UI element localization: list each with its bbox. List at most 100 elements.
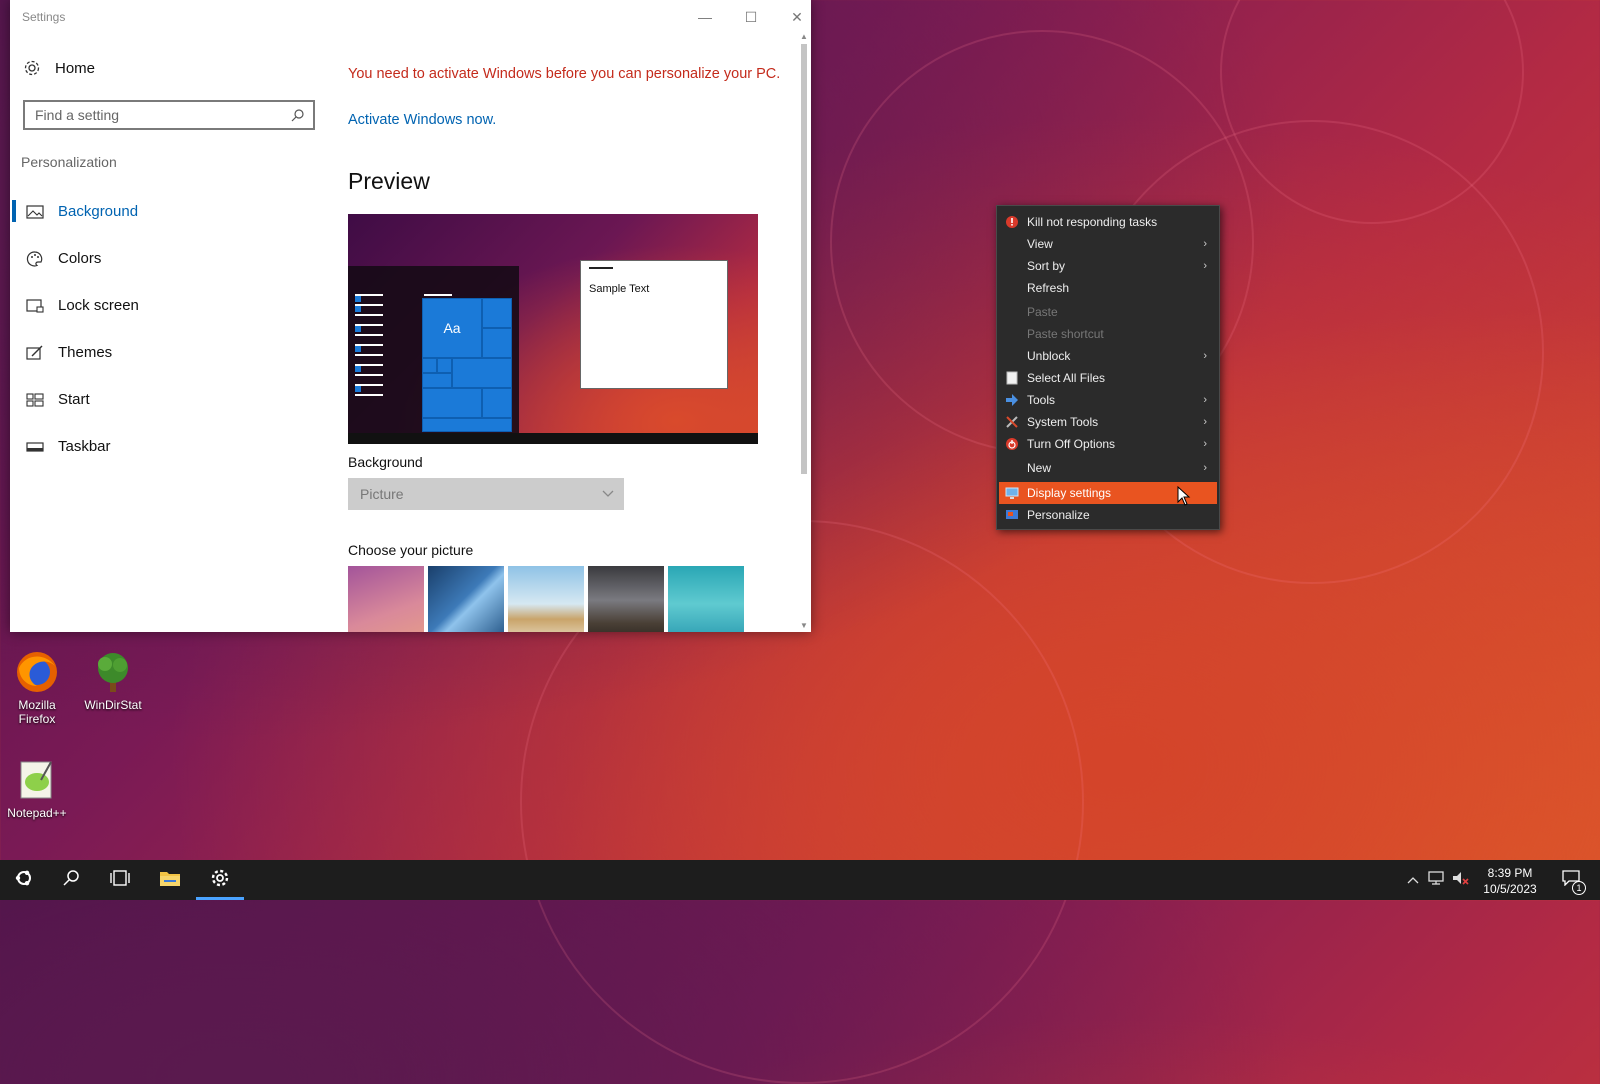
show-hidden-icons-button[interactable] — [1403, 860, 1423, 900]
desktop-icon-firefox[interactable]: Mozilla Firefox — [2, 650, 72, 726]
folder-icon — [159, 869, 181, 892]
home-nav-item[interactable]: Home — [23, 56, 95, 80]
sidebar-item-colors[interactable]: Colors — [10, 235, 330, 282]
kill-tasks-icon — [1005, 215, 1019, 229]
vertical-scrollbar[interactable]: ▲ ▼ — [799, 32, 809, 632]
menu-item-kill-tasks[interactable]: Kill not responding tasks — [999, 211, 1217, 233]
windows-blue-thumb[interactable] — [428, 566, 504, 632]
night-sky-thumb[interactable] — [588, 566, 664, 632]
firefox-icon — [15, 650, 59, 694]
background-type-select[interactable]: Picture — [348, 478, 624, 510]
scrollbar-thumb[interactable] — [801, 44, 807, 474]
menu-item-label: Display settings — [1027, 486, 1112, 500]
preview-heading: Preview — [348, 168, 430, 194]
taskbar-search-button[interactable] — [48, 860, 96, 900]
tools-icon — [1005, 393, 1019, 407]
taskbar: 8:39 PM 10/5/2023 1 — [0, 860, 1600, 900]
sidebar-item-label: Background — [58, 203, 139, 220]
scroll-down-icon[interactable]: ▼ — [800, 621, 808, 630]
minimize-button[interactable]: — — [682, 2, 728, 32]
close-button[interactable]: ✕ — [774, 2, 811, 32]
title-bar[interactable]: Settings — ☐ ✕ — [10, 0, 811, 34]
preview-list-item — [355, 306, 361, 312]
menu-item-label: Paste shortcut — [1027, 327, 1104, 341]
menu-item-refresh[interactable]: Refresh — [999, 277, 1217, 299]
picture-icon — [26, 203, 44, 221]
menu-item-unblock[interactable]: Unblock › — [999, 345, 1217, 367]
search-icon[interactable] — [291, 108, 305, 127]
sidebar-item-lock-screen[interactable]: Lock screen — [10, 282, 330, 329]
desktop-icon-label: Mozilla Firefox — [18, 698, 56, 726]
chevron-right-icon: › — [1203, 416, 1207, 428]
preview-taskbar — [348, 433, 758, 444]
background-type-value: Picture — [360, 486, 404, 502]
preview-tile — [437, 358, 452, 373]
taskbar-clock[interactable]: 8:39 PM 10/5/2023 — [1472, 865, 1548, 897]
menu-item-label: Turn Off Options — [1027, 437, 1116, 451]
sidebar-item-label: Lock screen — [58, 297, 139, 314]
sidebar-item-start[interactable]: Start — [10, 376, 330, 423]
menu-item-paste: Paste — [999, 301, 1217, 323]
action-center-button[interactable]: 1 — [1556, 860, 1586, 900]
menu-item-view[interactable]: View › — [999, 233, 1217, 255]
activation-warning: You need to activate Windows before you … — [348, 66, 781, 82]
sidebar-item-themes[interactable]: Themes — [10, 329, 330, 376]
menu-item-system-tools[interactable]: System Tools › — [999, 411, 1217, 433]
notification-count-badge: 1 — [1572, 880, 1586, 895]
maximize-button[interactable]: ☐ — [728, 2, 774, 32]
preview-tile — [452, 358, 512, 388]
preview-tile-header — [424, 294, 452, 296]
start-button[interactable] — [0, 860, 48, 900]
sidebar-item-label: Themes — [58, 344, 113, 361]
menu-item-select-all-files[interactable]: Select All Files — [999, 367, 1217, 389]
menu-item-turn-off-options[interactable]: Turn Off Options › — [999, 433, 1217, 455]
select-all-icon — [1005, 371, 1019, 385]
desktop-icon-windirstat[interactable]: WinDirStat — [78, 650, 148, 712]
sidebar-item-background[interactable]: Background — [10, 188, 330, 235]
chevron-right-icon: › — [1203, 350, 1207, 362]
search-box[interactable] — [23, 100, 315, 130]
pink-gradient-thumb[interactable] — [348, 566, 424, 632]
gear-icon — [23, 59, 41, 77]
task-view-button[interactable] — [96, 860, 144, 900]
preview-list-item — [355, 366, 361, 372]
volume-muted-icon — [1452, 870, 1470, 891]
gear-icon — [210, 868, 230, 893]
personalize-icon — [1005, 508, 1019, 522]
background-settings-pane: You need to activate Windows before you … — [348, 34, 791, 632]
menu-item-label: Tools — [1027, 393, 1056, 407]
ubuntu-logo-icon — [14, 868, 34, 893]
section-title: Personalization — [21, 154, 117, 170]
settings-taskbar-button[interactable] — [196, 860, 244, 900]
search-input[interactable] — [25, 106, 287, 124]
activate-windows-link[interactable]: Activate Windows now. — [348, 112, 496, 128]
palette-icon — [26, 250, 44, 268]
file-explorer-button[interactable] — [146, 860, 194, 900]
beach-rocks-thumb[interactable] — [508, 566, 584, 632]
home-label: Home — [55, 59, 96, 77]
underwater-swimmer-thumb[interactable] — [668, 566, 744, 632]
menu-item-label: New — [1027, 461, 1052, 475]
preview-list-line — [355, 314, 383, 316]
preview-window-line — [589, 267, 613, 269]
chevron-right-icon: › — [1203, 260, 1207, 272]
menu-item-sort-by[interactable]: Sort by › — [999, 255, 1217, 277]
menu-item-tools[interactable]: Tools › — [999, 389, 1217, 411]
sidebar-item-taskbar[interactable]: Taskbar — [10, 423, 330, 470]
search-icon — [63, 869, 81, 892]
preview-tile — [482, 328, 512, 358]
menu-item-label: Paste — [1027, 305, 1058, 319]
desktop-icon-label: Notepad++ — [7, 806, 67, 820]
preview-tile — [422, 418, 512, 432]
preview-list-line — [355, 374, 383, 376]
scroll-up-icon[interactable]: ▲ — [800, 32, 808, 41]
menu-item-new[interactable]: New › — [999, 457, 1217, 479]
volume-tray-button[interactable] — [1450, 860, 1472, 900]
desktop-icon-notepadpp[interactable]: Notepad++ — [2, 758, 72, 820]
network-tray-button[interactable] — [1426, 860, 1448, 900]
preview-list-line — [355, 354, 383, 356]
choose-picture-label: Choose your picture — [348, 542, 474, 558]
themes-icon — [26, 344, 44, 362]
menu-item-label: Sort by — [1027, 259, 1066, 273]
desktop-context-menu: Kill not responding tasks View › Sort by… — [996, 205, 1220, 530]
